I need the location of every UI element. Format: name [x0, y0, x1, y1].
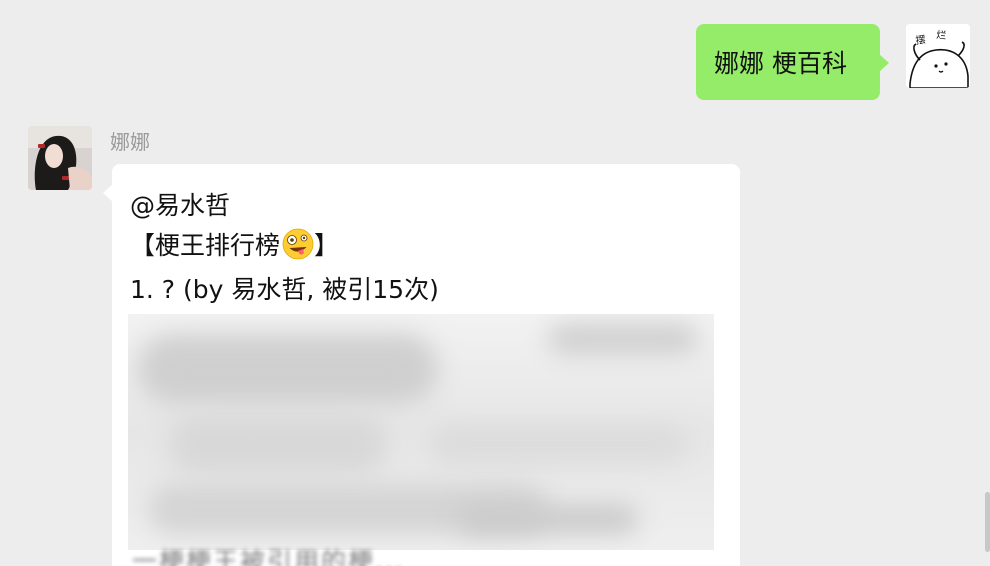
message-line-entry: 1. ? (by 易水哲, 被引15次)	[130, 275, 439, 304]
contact-avatar[interactable]	[28, 126, 92, 190]
chat-window: 娜娜 梗百科 摆 烂 娜娜 @易水哲 【梗王排行榜 】 1. ? (by 易水哲…	[0, 0, 990, 566]
title-end: 】	[314, 231, 340, 260]
message-line-title: 【梗王排行榜 】	[130, 226, 339, 262]
message-line-mention: @易水哲	[130, 191, 231, 220]
blurred-text-strip: 一梗梗王被引用的梗...	[132, 547, 405, 566]
my-avatar[interactable]: 摆 烂	[906, 24, 970, 88]
sender-name: 娜娜	[110, 130, 150, 154]
incoming-message-bubble[interactable]: @易水哲 【梗王排行榜 】 1. ? (by 易水哲, 被引15次) 一梗梗王被…	[103, 164, 740, 566]
outgoing-message-bubble[interactable]: 娜娜 梗百科	[696, 24, 889, 100]
zany-face-icon	[282, 228, 314, 260]
outgoing-message-text: 娜娜 梗百科	[714, 49, 847, 78]
contact-photo-icon	[28, 126, 92, 190]
blurred-content	[128, 314, 714, 550]
scrollbar[interactable]	[985, 492, 990, 552]
svg-text:烂: 烂	[936, 29, 947, 42]
title-text: 【梗王排行榜	[130, 231, 281, 260]
sticker-avatar-icon: 摆 烂	[906, 24, 970, 88]
